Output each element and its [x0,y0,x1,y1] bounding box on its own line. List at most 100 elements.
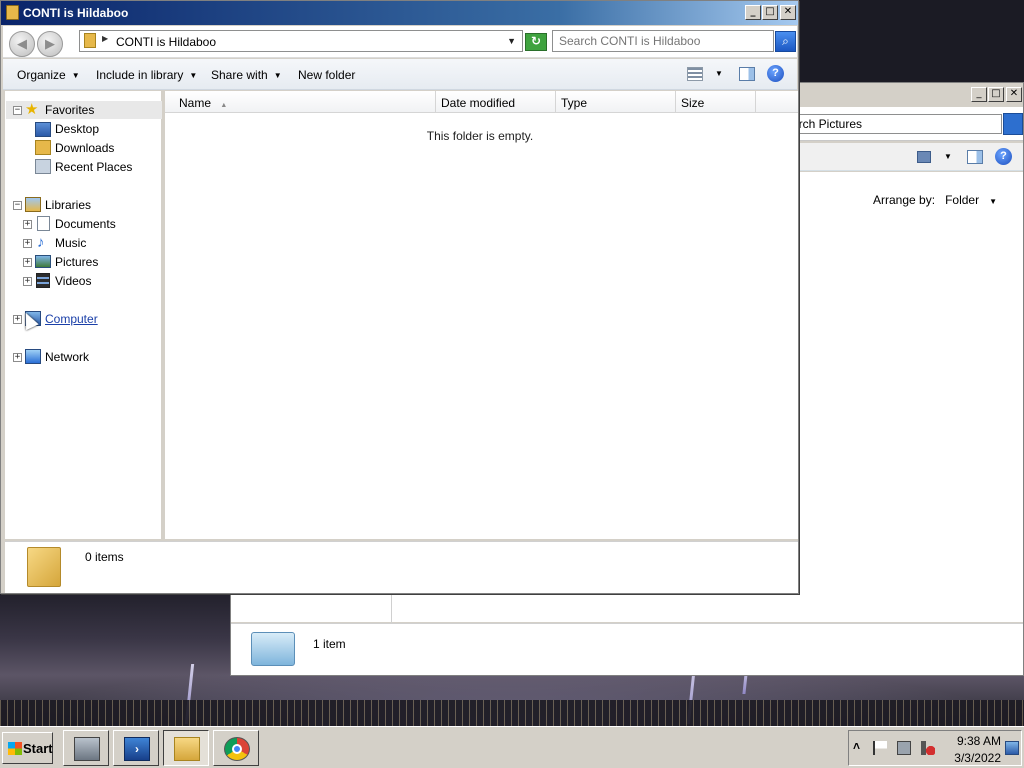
bg-close-button[interactable]: ✕ [1006,87,1022,102]
arrange-by-value[interactable]: Folder [945,193,979,207]
documents-icon [37,216,50,231]
bg-view-dropdown-icon[interactable]: ▼ [944,152,952,161]
sidebar-item-music[interactable]: Music [55,236,86,250]
details-pane: 0 items [5,541,798,593]
collapse-icon[interactable]: − [13,106,22,115]
view-options-icon[interactable] [687,67,703,81]
sidebar-item-pictures[interactable]: Pictures [55,255,98,269]
volume-muted-icon[interactable] [921,741,935,755]
powershell-icon: › [124,737,150,761]
chevron-down-icon: ▼ [189,71,198,80]
taskbar-server-manager[interactable] [63,730,109,766]
navigation-bar: ◀ ▶ ▶ CONTI is Hildaboo ▼ ↻ ⌕ [3,26,797,58]
back-button[interactable]: ◀ [9,31,35,57]
explorer-folder-icon [174,737,200,761]
action-center-flag-icon[interactable] [873,741,887,755]
taskbar-windows-explorer[interactable] [163,730,209,766]
bg-status-bar [231,623,1023,675]
taskbar-powershell[interactable]: › [113,730,159,766]
share-with-button[interactable]: Share with ▼ [211,68,282,82]
sidebar-item-libraries[interactable]: Libraries [45,198,91,212]
organize-label: Organize [17,68,66,82]
search-icon[interactable]: ⌕ [775,31,796,52]
search-input[interactable] [553,31,773,51]
close-button[interactable]: ✕ [780,5,796,20]
column-header-type[interactable]: Type [556,91,676,113]
breadcrumb-path[interactable]: CONTI is Hildaboo [116,35,216,49]
minimize-button[interactable]: _ [745,5,761,20]
bg-item-count: 1 item [313,637,346,651]
bg-help-icon[interactable]: ? [995,148,1012,165]
expand-icon[interactable]: + [23,239,32,248]
column-header-name[interactable]: Name ▲ [165,91,436,113]
forward-button[interactable]: ▶ [37,31,63,57]
sidebar-item-videos[interactable]: Videos [55,274,91,288]
chrome-center-icon [232,744,242,754]
clock-date[interactable]: 3/3/2022 [951,751,1001,765]
maximize-button[interactable]: □ [762,5,778,20]
windows-logo-icon [8,742,22,755]
sidebar-item-recent-places[interactable]: Recent Places [55,160,132,174]
window-title: CONTI is Hildaboo [23,6,129,20]
new-folder-button[interactable]: New folder [298,68,355,82]
explorer-window[interactable]: CONTI is Hildaboo _ □ ✕ ◀ ▶ ▶ CONTI is H… [0,0,799,594]
bg-minimize-button[interactable]: _ [971,87,987,102]
computer-icon [251,632,295,666]
arrange-dropdown-icon[interactable]: ▼ [989,197,997,206]
include-in-library-button[interactable]: Include in library ▼ [96,68,197,82]
city-lights [0,700,1024,726]
clock-time[interactable]: 9:38 AM [951,734,1001,748]
help-icon[interactable]: ? [767,65,784,82]
bg-search-input[interactable]: arch Pictures [787,114,1002,134]
preview-pane-icon[interactable] [739,67,755,81]
share-with-label: Share with [211,68,268,82]
start-label: Start [23,741,53,756]
bg-pane-divider [391,593,392,623]
sidebar-item-favorites[interactable]: Favorites [45,103,94,117]
bg-maximize-button[interactable]: □ [988,87,1004,102]
view-dropdown-icon[interactable]: ▼ [715,69,723,78]
breadcrumb-separator-icon[interactable]: ▶ [102,34,108,43]
column-header-size[interactable]: Size [676,91,756,113]
command-bar: Organize ▼ Include in library ▼ Share with… [3,59,797,90]
column-header-date-modified[interactable]: Date modified [436,91,556,113]
sidebar-item-computer[interactable]: Computer [45,312,98,326]
folder-icon [27,547,61,587]
chevron-down-icon: ▼ [273,71,282,80]
pictures-icon [35,255,51,268]
collapse-icon[interactable]: − [13,201,22,210]
window-titlebar[interactable]: CONTI is Hildaboo _ □ ✕ [1,1,798,25]
libraries-icon [25,197,41,212]
bg-search-icon[interactable] [1003,113,1023,135]
expand-icon[interactable]: + [23,258,32,267]
expand-icon[interactable]: + [13,353,22,362]
arrange-by-control[interactable]: Arrange by: Folder ▼ [873,193,997,207]
sidebar-item-desktop[interactable]: Desktop [55,122,99,136]
item-count: 0 items [85,550,124,564]
search-field[interactable] [552,30,774,52]
music-icon: ♪ [37,234,45,251]
file-list-pane[interactable]: Name ▲ Date modified Type Size This fold… [165,91,798,539]
show-hidden-icons-button[interactable]: ˄ [853,739,867,753]
refresh-button[interactable]: ↻ [525,33,547,51]
expand-icon[interactable]: + [23,277,32,286]
sidebar-item-documents[interactable]: Documents [55,217,116,231]
empty-folder-message: This folder is empty. [426,129,534,143]
expand-icon[interactable]: + [23,220,32,229]
bg-view-icon[interactable] [917,151,931,163]
start-button[interactable]: Start [2,732,53,764]
folder-icon [84,33,96,48]
address-dropdown-icon[interactable]: ▼ [507,36,516,46]
sidebar-item-network[interactable]: Network [45,350,89,364]
address-bar[interactable]: ▶ CONTI is Hildaboo ▼ [79,30,523,52]
chevron-down-icon: ▼ [71,71,80,80]
taskbar: Start › ˄ 9:38 AM 3/3/2022 [0,726,1024,768]
downloads-icon [35,140,51,155]
sidebar-item-downloads[interactable]: Downloads [55,141,114,155]
show-desktop-icon[interactable] [1005,741,1019,755]
taskbar-chrome[interactable] [213,730,259,766]
network-tray-icon[interactable] [897,741,911,755]
bg-preview-pane-icon[interactable] [967,150,983,164]
system-tray: ˄ 9:38 AM 3/3/2022 [848,730,1022,766]
organize-button[interactable]: Organize ▼ [17,68,80,82]
